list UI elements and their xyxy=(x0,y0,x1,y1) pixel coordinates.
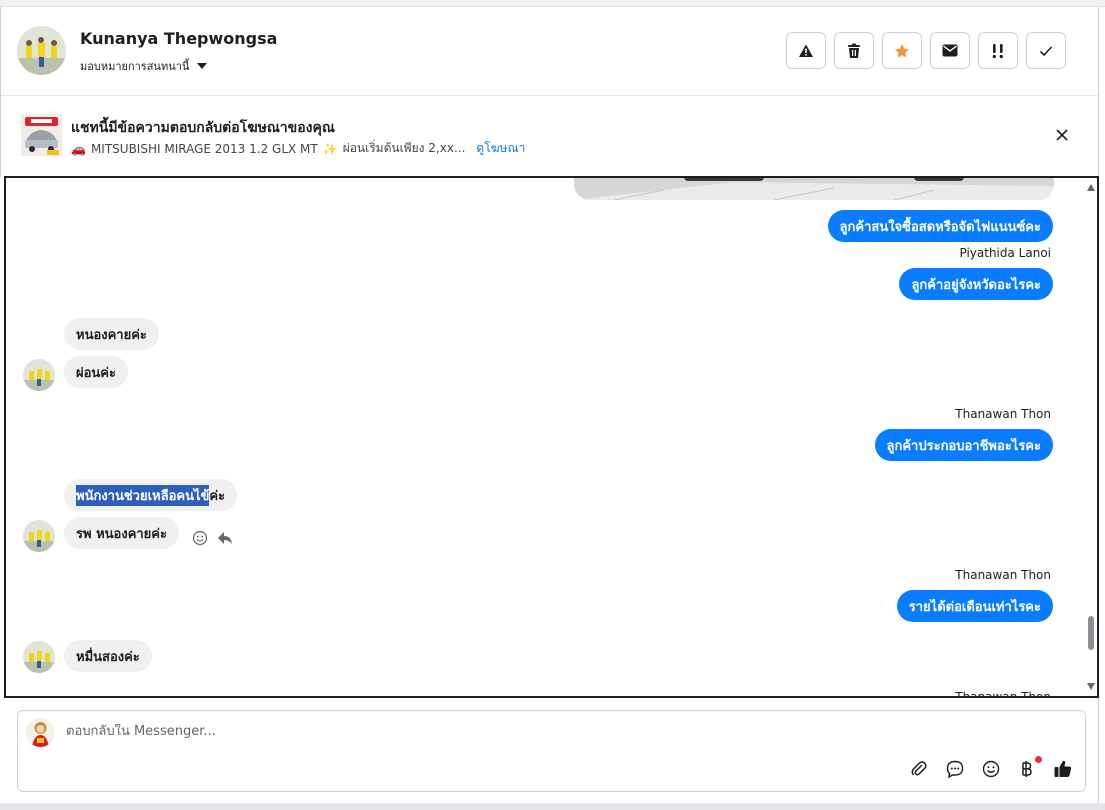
chat-bubble-icon xyxy=(946,760,964,778)
paperclip-icon xyxy=(911,761,927,776)
outgoing-message[interactable]: ลูกค้าอยู่จังหวัดอะไรคะ xyxy=(899,268,1053,300)
contact-avatar-small xyxy=(23,359,55,391)
thumbs-up-icon xyxy=(1054,760,1072,777)
message-hover-actions xyxy=(192,530,233,546)
composer-tools xyxy=(908,756,1074,780)
ad-thumbnail[interactable] xyxy=(21,114,62,156)
outgoing-message[interactable]: ลูกค้าประกอบอาชีพอะไรคะ xyxy=(874,429,1053,461)
message-text: ค่ะ xyxy=(209,488,226,504)
ad-reply-banner: แชทนี้มีข้อความตอบกลับต่อโฆษณาของคุณ 🚗 M… xyxy=(1,96,1098,176)
assign-conversation-dropdown[interactable]: มอบหมายการสนทนานี้ xyxy=(80,57,208,75)
message-composer xyxy=(17,710,1086,792)
top-strip xyxy=(0,0,1105,7)
image-attachment[interactable] xyxy=(574,178,1054,200)
emoji-button[interactable] xyxy=(980,758,1002,780)
sparkle-icon: ✨ xyxy=(322,141,338,156)
contact-name: Kunanya Thepwongsa xyxy=(80,29,278,48)
ad-product-detail: ผ่อนเริ่มต้นเพียง 2,xx... xyxy=(342,141,466,155)
saved-replies-button[interactable] xyxy=(944,758,966,780)
incoming-message[interactable]: หนองคายค่ะ xyxy=(64,318,159,350)
page-avatar xyxy=(26,718,55,747)
incoming-message[interactable]: หมื่นสองค่ะ xyxy=(64,640,152,672)
conversation-header: Kunanya Thepwongsa มอบหมายการสนทนานี้ xyxy=(1,7,1098,96)
bottom-strip xyxy=(0,803,1105,810)
messenger-inbox-page: Kunanya Thepwongsa มอบหมายการสนทนานี้ แช… xyxy=(0,0,1105,810)
scroll-down-icon[interactable] xyxy=(1087,683,1095,690)
incoming-message[interactable]: ผ่อนค่ะ xyxy=(64,356,128,388)
mark-done-button[interactable] xyxy=(1026,32,1066,69)
view-ad-link[interactable]: ดูโฆษณา xyxy=(476,139,525,158)
conversation-actions xyxy=(786,32,1066,69)
scrollbar-thumb[interactable] xyxy=(1088,616,1094,650)
incoming-message[interactable]: พนักงานช่วยเหลือคนไข้ ค่ะ xyxy=(64,479,238,511)
contact-avatar-small xyxy=(23,520,55,552)
scroll-up-icon[interactable] xyxy=(1087,184,1095,191)
message-thread[interactable]: ลูกค้าสนใจซื้อสดหรือจัดไฟแนนซ์คะ Piyathi… xyxy=(4,176,1099,698)
reply-input[interactable] xyxy=(66,724,966,739)
baht-icon xyxy=(1022,761,1032,777)
reply-icon[interactable] xyxy=(217,531,233,545)
follow-up-icon xyxy=(992,43,1003,58)
payment-request-button[interactable] xyxy=(1016,756,1042,780)
outgoing-message[interactable]: ลูกค้าสนใจซื้อสดหรือจัดไฟแนนซ์คะ xyxy=(827,210,1053,242)
assign-label: มอบหมายการสนทนานี้ xyxy=(80,60,190,73)
delete-button[interactable] xyxy=(834,32,874,69)
sender-name: Thanawan Thon xyxy=(955,690,1051,698)
send-like-button[interactable] xyxy=(1052,758,1074,780)
notification-dot xyxy=(1035,756,1042,763)
star-icon xyxy=(895,43,909,57)
mark-unread-button[interactable] xyxy=(930,32,970,69)
selected-text: พนักงานช่วยเหลือคนไข้ xyxy=(76,484,210,506)
contact-avatar[interactable] xyxy=(17,26,66,75)
thread-scrollbar[interactable] xyxy=(1085,178,1097,696)
mark-spam-button[interactable] xyxy=(786,32,826,69)
close-icon xyxy=(1056,129,1068,141)
react-emoji-icon[interactable] xyxy=(192,530,208,546)
outgoing-message[interactable]: รายได้ต่อเดือนเท่าไรคะ xyxy=(896,590,1053,622)
emoji-icon xyxy=(982,760,1000,778)
ad-product-name: MITSUBISHI MIRAGE 2013 1.2 GLX MT xyxy=(90,141,318,156)
sender-name: Piyathida Lanoi xyxy=(959,246,1051,260)
star-button[interactable] xyxy=(882,32,922,69)
car-icon: 🚗 xyxy=(71,141,86,156)
ad-banner-title: แชทนี้มีข้อความตอบกลับต่อโฆษณาของคุณ xyxy=(71,120,335,136)
contact-avatar-small xyxy=(23,641,55,673)
warning-icon xyxy=(799,44,813,57)
follow-up-button[interactable] xyxy=(978,32,1018,69)
mail-icon xyxy=(942,44,958,57)
sender-name: Thanawan Thon xyxy=(955,568,1051,582)
attach-button[interactable] xyxy=(908,758,930,780)
check-icon xyxy=(1039,45,1053,56)
chevron-down-icon xyxy=(197,63,208,69)
close-banner-button[interactable] xyxy=(1055,127,1069,141)
ad-banner-subtitle: 🚗 MITSUBISHI MIRAGE 2013 1.2 GLX MT ✨ ผ่… xyxy=(71,139,525,158)
incoming-message[interactable]: รพ หนองคายค่ะ xyxy=(64,517,179,549)
sender-name: Thanawan Thon xyxy=(955,407,1051,421)
trash-icon xyxy=(848,43,860,58)
